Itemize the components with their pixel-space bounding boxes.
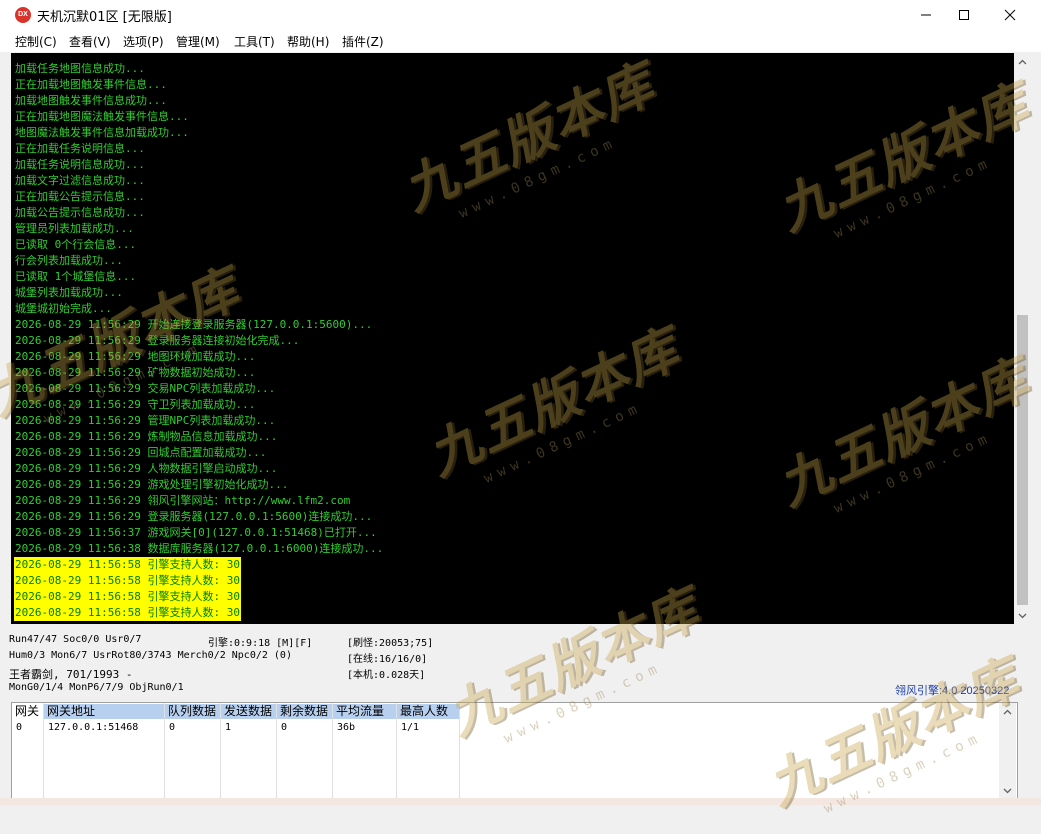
console-line: 2026-08-29 11:56:29 守卫列表加载成功... xyxy=(15,398,256,411)
column-max: 最高人数 1/1 xyxy=(397,703,460,799)
column-address: 网关地址 127.0.0.1:51468 xyxy=(44,703,165,799)
scroll-thumb[interactable] xyxy=(1017,315,1028,605)
console-line: 2026-08-29 11:56:29 人物数据引擎启动成功... xyxy=(15,462,278,475)
menu-bar: 控制(C) 查看(V) 选项(P) 管理(M) 工具(T) 帮助(H) 插件(Z… xyxy=(0,30,1041,52)
console-line: 2026-08-29 11:56:29 矿物数据初始成功... xyxy=(15,366,256,379)
console-line: 2026-08-29 11:56:37 游戏网关[0](127.0.0.1:51… xyxy=(15,526,377,539)
console-line: 城堡列表加载成功... xyxy=(15,286,123,299)
console-line: 加载任务说明信息成功... xyxy=(15,158,145,171)
console-line: 正在加载地图触发事件信息... xyxy=(15,78,167,91)
menu-control[interactable]: 控制(C) xyxy=(15,33,57,50)
column-gateway: 网关 0 xyxy=(12,703,44,799)
scroll-up-button[interactable] xyxy=(1014,53,1031,70)
console-line: 正在加载地图魔法触发事件信息... xyxy=(15,110,189,123)
status-hum: Hum0/3 Mon6/7 UsrRot80/3743 Merch0/2 Npc… xyxy=(9,650,292,661)
console-line: 管理员列表加载成功... xyxy=(15,222,134,235)
status-local: [本机:0.028天] xyxy=(347,670,426,681)
status-online: [在线:16/16/0] xyxy=(347,654,428,665)
console-line: 2026-08-29 11:56:58 引擎支持人数: 30 xyxy=(14,605,241,621)
console-line: 2026-08-29 11:56:29 炼制物品信息加载成功... xyxy=(15,430,278,443)
header-gateway[interactable]: 网关 xyxy=(12,704,43,719)
column-send: 发送数据 1 xyxy=(221,703,277,799)
header-remain[interactable]: 剩余数据 xyxy=(277,704,332,719)
console-line: 地图魔法触发事件信息加载成功... xyxy=(15,126,189,139)
console-line: 2026-08-29 11:56:29 登录服务器连接初始化完成... xyxy=(15,334,300,347)
console-line: 加载任务地图信息成功... xyxy=(15,62,145,75)
list-scrollbar[interactable] xyxy=(999,703,1016,799)
chevron-down-icon xyxy=(1003,788,1012,793)
maximize-icon xyxy=(959,10,969,20)
header-address[interactable]: 网关地址 xyxy=(44,704,164,719)
console-line: 已读取 0个行会信息... xyxy=(15,238,137,251)
console-line: 已读取 1个城堡信息... xyxy=(15,270,137,283)
console-line: 加载地图触发事件信息成功... xyxy=(15,94,167,107)
header-send[interactable]: 发送数据 xyxy=(221,704,276,719)
maximize-button[interactable] xyxy=(941,0,987,30)
cell-traffic: 36b xyxy=(337,722,356,733)
title-bar: DX 天机沉默01区 [无限版] xyxy=(0,0,1041,30)
engine-version: 翎风引擎:4.0 20250322 xyxy=(895,685,1010,697)
status-player: 王者霸剑, 701/1993 - xyxy=(9,668,133,681)
menu-help[interactable]: 帮助(H) xyxy=(287,33,329,50)
close-icon xyxy=(1004,9,1016,21)
cell-gateway: 0 xyxy=(16,722,23,733)
console-line: 2026-08-29 11:56:29 登录服务器(127.0.0.1:5600… xyxy=(15,510,373,523)
minimize-icon xyxy=(921,14,931,16)
chevron-down-icon xyxy=(1018,613,1027,618)
list-scroll-down-button[interactable] xyxy=(999,782,1016,799)
console-line: 2026-08-29 11:56:58 引擎支持人数: 30 xyxy=(14,557,241,573)
menu-manage[interactable]: 管理(M) xyxy=(176,33,220,50)
cell-address: 127.0.0.1:51468 xyxy=(48,722,139,733)
gateway-list[interactable]: 网关 0 网关地址 127.0.0.1:51468 队列数据 0 发送数据 1 … xyxy=(11,702,1018,800)
cell-queue: 0 xyxy=(169,722,176,733)
close-button[interactable] xyxy=(987,0,1033,30)
console-line: 正在加载公告提示信息... xyxy=(15,190,145,203)
chevron-up-icon xyxy=(1018,59,1027,64)
console-line: 2026-08-29 11:56:58 引擎支持人数: 30 xyxy=(14,589,241,605)
console-line: 2026-08-29 11:56:29 管理NPC列表加载成功... xyxy=(15,414,276,427)
console-log[interactable]: 加载任务地图信息成功... 正在加载地图触发事件信息... 加载地图触发事件信息成功… xyxy=(11,53,1014,624)
menu-view[interactable]: 查看(V) xyxy=(69,33,111,50)
console-line: 正在加载任务说明信息... xyxy=(15,142,145,155)
desktop-background xyxy=(0,798,1041,805)
console-line: 加载公告提示信息成功... xyxy=(15,206,145,219)
console-line: 2026-08-29 11:56:29 回城点配置加载成功... xyxy=(15,446,267,459)
column-remain: 剩余数据 0 xyxy=(277,703,333,799)
status-mon: MonG0/1/4 MonP6/7/9 ObjRun0/1 xyxy=(9,682,184,693)
console-line: 2026-08-29 11:56:29 地图环境加载成功... xyxy=(15,350,256,363)
cell-send: 1 xyxy=(225,722,232,733)
cell-max: 1/1 xyxy=(401,722,420,733)
header-traffic[interactable]: 平均流量 xyxy=(333,704,396,719)
scroll-down-button[interactable] xyxy=(1014,607,1031,624)
console-line: 2026-08-29 11:56:29 游戏处理引擎初始化成功... xyxy=(15,478,289,491)
column-traffic: 平均流量 36b xyxy=(333,703,397,799)
chevron-up-icon xyxy=(1003,709,1012,714)
app-icon: DX xyxy=(15,7,31,23)
menu-tools[interactable]: 工具(T) xyxy=(234,33,275,50)
list-scroll-up-button[interactable] xyxy=(999,703,1016,720)
cell-remain: 0 xyxy=(281,722,288,733)
status-engine-time: 引擎:0:9:18 [M][F] xyxy=(208,638,313,649)
header-queue[interactable]: 队列数据 xyxy=(165,704,220,719)
column-queue: 队列数据 0 xyxy=(165,703,221,799)
console-line: 2026-08-29 11:56:29 翎风引擎网站：http://www.lf… xyxy=(15,494,351,507)
console-scrollbar[interactable] xyxy=(1014,53,1031,624)
console-line: 2026-08-29 11:56:29 开始连接登录服务器(127.0.0.1:… xyxy=(15,318,373,331)
window-title: 天机沉默01区 [无限版] xyxy=(37,10,172,25)
console-line: 城堡城初始完成... xyxy=(15,302,112,315)
console-line: 2026-08-29 11:56:58 引擎支持人数: 30 xyxy=(14,573,241,589)
console-line: 加载文字过滤信息成功... xyxy=(15,174,145,187)
status-area: Run47/47 Soc0/0 Usr0/7 引擎:0:9:18 [M][F] … xyxy=(0,628,1041,700)
menu-plugins[interactable]: 插件(Z) xyxy=(342,33,384,50)
header-max[interactable]: 最高人数 xyxy=(397,704,459,719)
status-run: Run47/47 Soc0/0 Usr0/7 xyxy=(9,634,142,645)
console-line: 行会列表加载成功... xyxy=(15,254,123,267)
status-refresh-monster: [刷怪:20053;75] xyxy=(347,638,434,649)
menu-options[interactable]: 选项(P) xyxy=(123,33,164,50)
console-line: 2026-08-29 11:56:29 交易NPC列表加载成功... xyxy=(15,382,276,395)
console-line: 2026-08-29 11:56:38 数据库服务器(127.0.0.1:600… xyxy=(15,542,384,555)
